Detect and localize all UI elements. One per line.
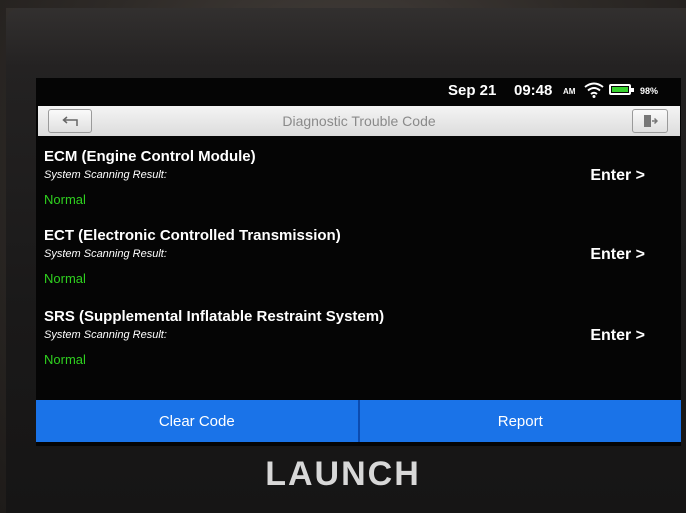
status-time: 09:48 bbox=[514, 82, 553, 99]
enter-button-ect[interactable]: Enter > bbox=[590, 246, 645, 264]
battery-fill bbox=[612, 87, 628, 92]
enter-button-srs[interactable]: Enter > bbox=[590, 327, 645, 345]
wifi-icon bbox=[584, 82, 604, 98]
brand-logo: LAUNCH bbox=[265, 455, 421, 493]
exit-icon bbox=[644, 115, 658, 127]
status-date: Sep 21 bbox=[448, 82, 497, 99]
clear-code-button[interactable]: Clear Code bbox=[36, 400, 358, 442]
page-title: Diagnostic Trouble Code bbox=[282, 113, 436, 129]
screen: Sep 21 09:48 AM 98% Diagnostic Trouble C… bbox=[36, 78, 681, 446]
battery-percent: 98% bbox=[640, 86, 659, 96]
system-name: ECT (Electronic Controlled Transmission) bbox=[44, 227, 341, 244]
system-row-ecm[interactable]: ECM (Engine Control Module) System Scann… bbox=[36, 148, 681, 228]
battery-icon bbox=[609, 84, 634, 95]
device-bezel: Sep 21 09:48 AM 98% Diagnostic Trouble C… bbox=[6, 8, 686, 513]
report-button[interactable]: Report bbox=[359, 400, 681, 442]
scan-status: Normal bbox=[44, 192, 86, 207]
exit-button[interactable] bbox=[632, 109, 668, 133]
status-ampm: AM bbox=[563, 87, 576, 96]
system-row-ect[interactable]: ECT (Electronic Controlled Transmission)… bbox=[36, 227, 681, 307]
scan-result-label: System Scanning Result: bbox=[44, 169, 167, 181]
scan-status: Normal bbox=[44, 352, 86, 367]
system-row-srs[interactable]: SRS (Supplemental Inflatable Restraint S… bbox=[36, 308, 681, 388]
scan-result-label: System Scanning Result: bbox=[44, 248, 167, 260]
system-name: ECM (Engine Control Module) bbox=[44, 148, 256, 165]
status-bar: Sep 21 09:48 AM 98% bbox=[36, 78, 681, 104]
system-name: SRS (Supplemental Inflatable Restraint S… bbox=[44, 308, 385, 325]
scan-result-label: System Scanning Result: bbox=[44, 329, 167, 341]
enter-button-ecm[interactable]: Enter > bbox=[590, 167, 645, 185]
action-bar: Clear Code Report bbox=[36, 400, 681, 442]
title-bar: Diagnostic Trouble Code bbox=[38, 106, 680, 136]
scan-status: Normal bbox=[44, 271, 86, 286]
